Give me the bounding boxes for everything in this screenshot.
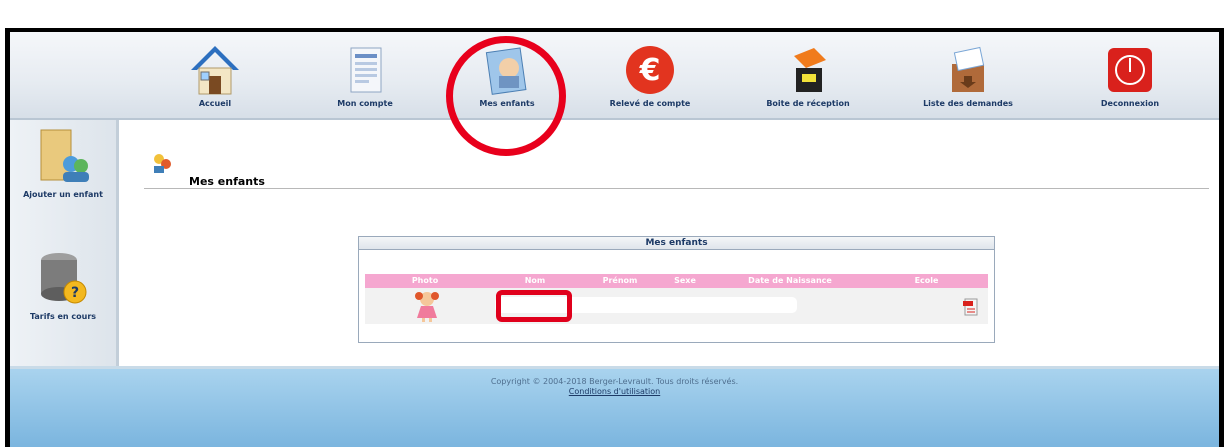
nav-item-demandes[interactable]: Liste des demandes: [898, 32, 1038, 118]
pricing-database-icon: ?: [41, 253, 87, 304]
terms-link[interactable]: Conditions d'utilisation: [10, 387, 1219, 396]
app-window: Accueil Mon compte Mes enfants € Relevé …: [10, 32, 1219, 447]
account-icon: [350, 47, 382, 93]
nav-label: Relevé de compte: [609, 99, 691, 108]
sidebar-item-ajouter-enfant[interactable]: Ajouter un enfant: [10, 126, 116, 199]
children-panel: Mes enfants Photo Nom Prénom Sexe Date d…: [358, 236, 995, 343]
nav-item-boite[interactable]: Boite de réception: [738, 32, 878, 118]
nav-label: Accueil: [198, 99, 232, 108]
requests-box-icon: [952, 46, 985, 92]
sidebar: Ajouter un enfant ? Tarifs en cours: [10, 120, 119, 366]
pdf-icon[interactable]: [963, 298, 979, 316]
page-title: Mes enfants: [189, 175, 265, 188]
nav-item-mon-compte[interactable]: Mon compte: [295, 32, 435, 118]
inbox-icon: [794, 48, 826, 92]
power-icon: [1108, 48, 1152, 92]
nav-label: Mon compte: [337, 99, 393, 108]
nav-item-releve[interactable]: € Relevé de compte: [580, 32, 720, 118]
svg-text:?: ?: [71, 285, 79, 301]
column-header-sexe: Sexe: [674, 276, 696, 285]
title-divider: [144, 188, 1209, 189]
column-header-ecole: Ecole: [914, 276, 939, 285]
nav-label: Liste des demandes: [923, 99, 1013, 108]
nav-label: Deconnexion: [1100, 99, 1160, 108]
app-frame: Accueil Mon compte Mes enfants € Relevé …: [5, 28, 1224, 447]
nav-item-deconnexion[interactable]: Deconnexion: [1060, 32, 1200, 118]
sidebar-label: Tarifs en cours: [29, 312, 97, 321]
home-icon: [191, 46, 239, 95]
footer: Copyright © 2004-2018 Berger-Levrault. T…: [10, 366, 1219, 447]
add-child-folder-icon: [40, 129, 89, 182]
children-icon: [154, 154, 171, 173]
highlight-box-nom: [496, 290, 572, 322]
column-header-photo: Photo: [411, 276, 439, 285]
column-header-nom: Nom: [524, 276, 546, 285]
table-row[interactable]: [365, 288, 988, 324]
top-navigation: Accueil Mon compte Mes enfants € Relevé …: [10, 32, 1219, 120]
sidebar-item-tarifs[interactable]: ? Tarifs en cours: [10, 248, 116, 321]
column-header-date-naissance: Date de Naissance: [748, 276, 832, 285]
child-avatar-icon: [415, 292, 439, 322]
copyright-text: Copyright © 2004-2018 Berger-Levrault. T…: [490, 377, 739, 386]
nav-item-accueil[interactable]: Accueil: [145, 32, 285, 118]
column-header-prenom: Prénom: [602, 276, 638, 285]
highlight-circle-mes-enfants: [446, 36, 566, 156]
panel-title: Mes enfants: [359, 237, 994, 250]
table-header: Photo Nom Prénom Sexe Date de Naissance …: [365, 274, 988, 288]
sidebar-label: Ajouter un enfant: [23, 190, 103, 199]
svg-text:€: €: [639, 53, 661, 88]
nav-label: Boite de réception: [766, 99, 850, 108]
euro-icon: €: [626, 46, 674, 94]
